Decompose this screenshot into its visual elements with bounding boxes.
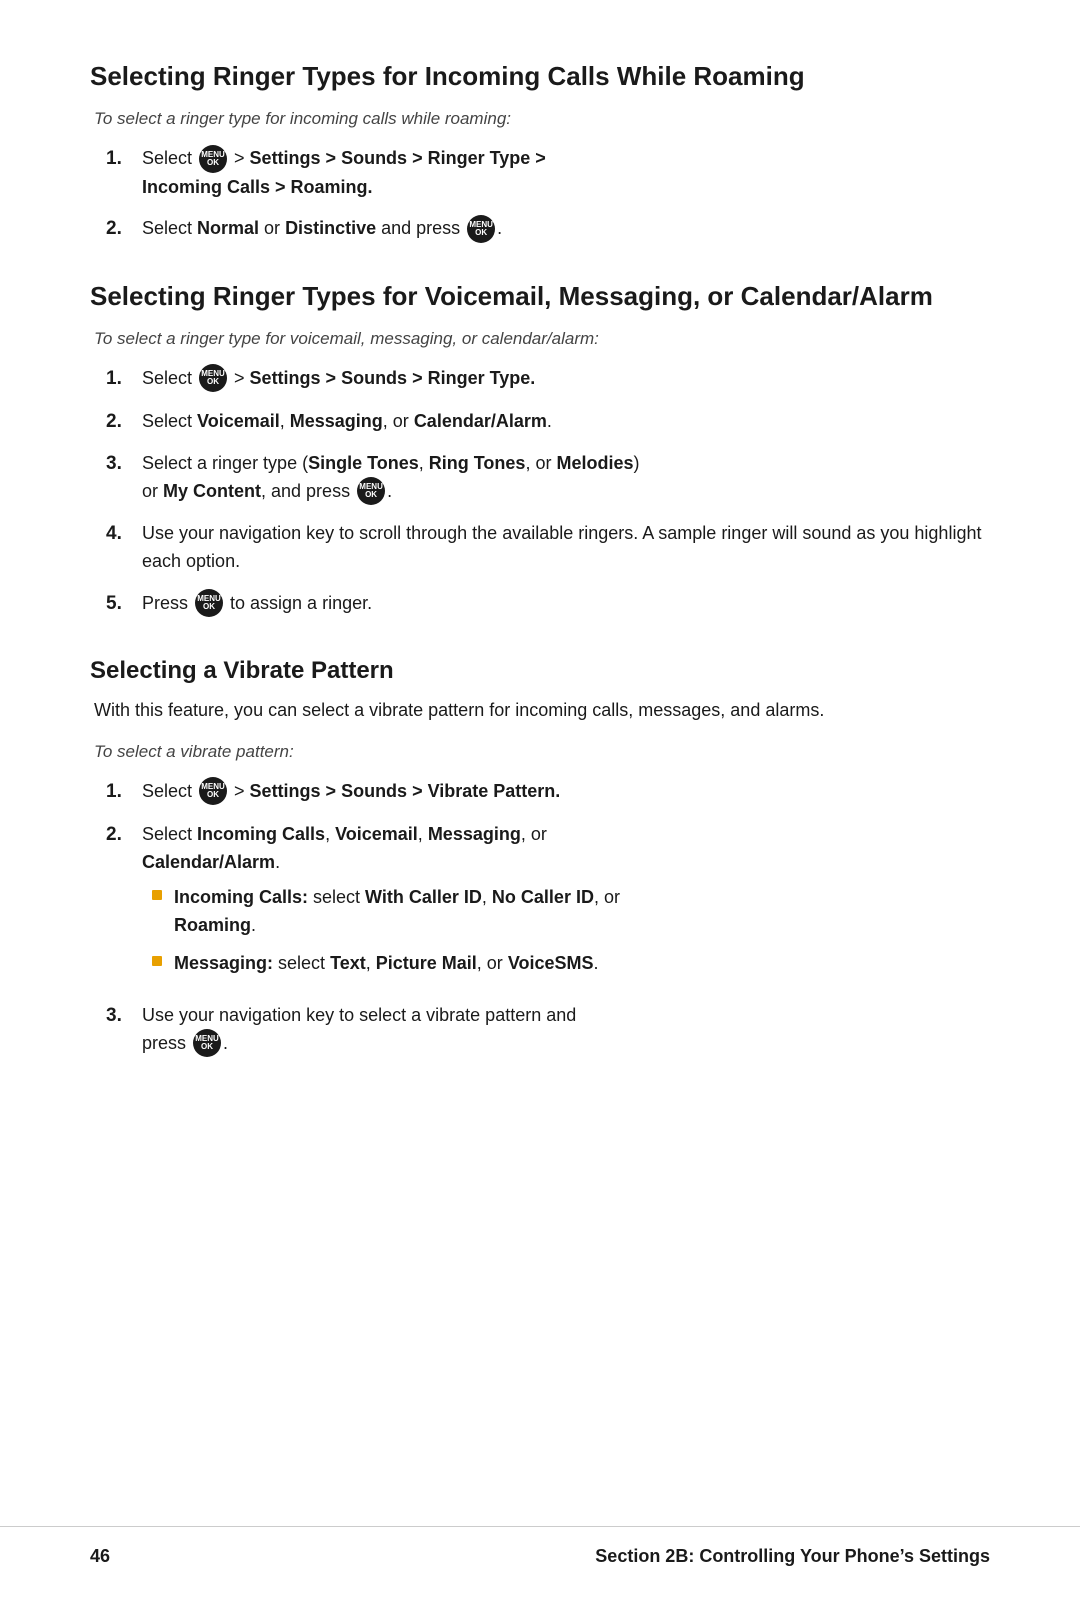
step-content: Use your navigation key to scroll throug… [142, 520, 990, 576]
section-ringer-roaming: Selecting Ringer Types for Incoming Call… [90, 60, 990, 244]
sub-content: Messaging: select Text, Picture Mail, or… [174, 950, 599, 978]
menu-icon: MENUOK [357, 477, 385, 505]
section-vibrate-body-intro: With this feature, you can select a vibr… [90, 696, 990, 725]
step-3: 3. Select a ringer type (Single Tones, R… [90, 450, 990, 506]
step-number: 3. [106, 450, 134, 479]
step-5: 5. Press MENUOK to assign a ringer. [90, 590, 990, 619]
section-ringer-voicemail-heading: Selecting Ringer Types for Voicemail, Me… [90, 280, 990, 314]
step-number: 2. [106, 408, 134, 437]
footer-section-label: Section 2B: Controlling Your Phone’s Set… [595, 1543, 990, 1570]
step-number: 1. [106, 778, 134, 807]
step-2: 2. Select Incoming Calls, Voicemail, Mes… [90, 821, 990, 988]
section-ringer-roaming-steps: 1. Select MENUOK > Settings > Sounds > R… [90, 145, 990, 244]
step-number: 2. [106, 821, 134, 850]
step-4: 4. Use your navigation key to scroll thr… [90, 520, 990, 576]
page-footer: 46 Section 2B: Controlling Your Phone’s … [0, 1526, 1080, 1570]
sub-content: Incoming Calls: select With Caller ID, N… [174, 884, 620, 940]
step-content: Select Voicemail, Messaging, or Calendar… [142, 408, 552, 436]
step-number: 1. [106, 145, 134, 174]
footer-page-number: 46 [90, 1543, 110, 1570]
step-3: 3. Use your navigation key to select a v… [90, 1002, 990, 1058]
menu-icon: MENUOK [467, 215, 495, 243]
step-2: 2. Select Normal or Distinctive and pres… [90, 215, 990, 244]
step-content: Select Normal or Distinctive and press M… [142, 215, 502, 243]
step-content: Select MENUOK > Settings > Sounds > Vibr… [142, 778, 560, 806]
step-content: Select Incoming Calls, Voicemail, Messag… [142, 821, 620, 988]
section-vibrate-heading: Selecting a Vibrate Pattern [90, 655, 990, 686]
section-vibrate-intro: To select a vibrate pattern: [90, 739, 990, 765]
step-1: 1. Select MENUOK > Settings > Sounds > R… [90, 145, 990, 201]
step-number: 3. [106, 1002, 134, 1031]
section-ringer-roaming-heading: Selecting Ringer Types for Incoming Call… [90, 60, 990, 94]
menu-icon: MENUOK [199, 364, 227, 392]
section-ringer-voicemail: Selecting Ringer Types for Voicemail, Me… [90, 280, 990, 619]
step-1: 1. Select MENUOK > Settings > Sounds > V… [90, 778, 990, 807]
section-ringer-voicemail-steps: 1. Select MENUOK > Settings > Sounds > R… [90, 365, 990, 618]
sub-bullet-icon [152, 956, 162, 966]
menu-icon: MENUOK [199, 145, 227, 173]
menu-icon: MENUOK [195, 589, 223, 617]
step-content: Use your navigation key to select a vibr… [142, 1002, 576, 1058]
section-vibrate-steps: 1. Select MENUOK > Settings > Sounds > V… [90, 778, 990, 1058]
step-number: 4. [106, 520, 134, 549]
sub-list-item: Messaging: select Text, Picture Mail, or… [152, 950, 620, 978]
step-content: Press MENUOK to assign a ringer. [142, 590, 372, 618]
menu-icon: MENUOK [193, 1029, 221, 1057]
section-vibrate: Selecting a Vibrate Pattern With this fe… [90, 655, 990, 1059]
step-2: 2. Select Voicemail, Messaging, or Calen… [90, 408, 990, 437]
step-content: Select MENUOK > Settings > Sounds > Ring… [142, 365, 535, 393]
menu-icon: MENUOK [199, 777, 227, 805]
section-ringer-roaming-intro: To select a ringer type for incoming cal… [90, 106, 990, 132]
step-content: Select MENUOK > Settings > Sounds > Ring… [142, 145, 546, 201]
step-number: 1. [106, 365, 134, 394]
step-number: 5. [106, 590, 134, 619]
section-ringer-voicemail-intro: To select a ringer type for voicemail, m… [90, 326, 990, 352]
sub-list: Incoming Calls: select With Caller ID, N… [152, 884, 620, 978]
sub-list-item: Incoming Calls: select With Caller ID, N… [152, 884, 620, 940]
sub-bullet-icon [152, 890, 162, 900]
step-content: Select a ringer type (Single Tones, Ring… [142, 450, 640, 506]
step-number: 2. [106, 215, 134, 244]
step-1: 1. Select MENUOK > Settings > Sounds > R… [90, 365, 990, 394]
page-content: Selecting Ringer Types for Incoming Call… [90, 60, 990, 1058]
